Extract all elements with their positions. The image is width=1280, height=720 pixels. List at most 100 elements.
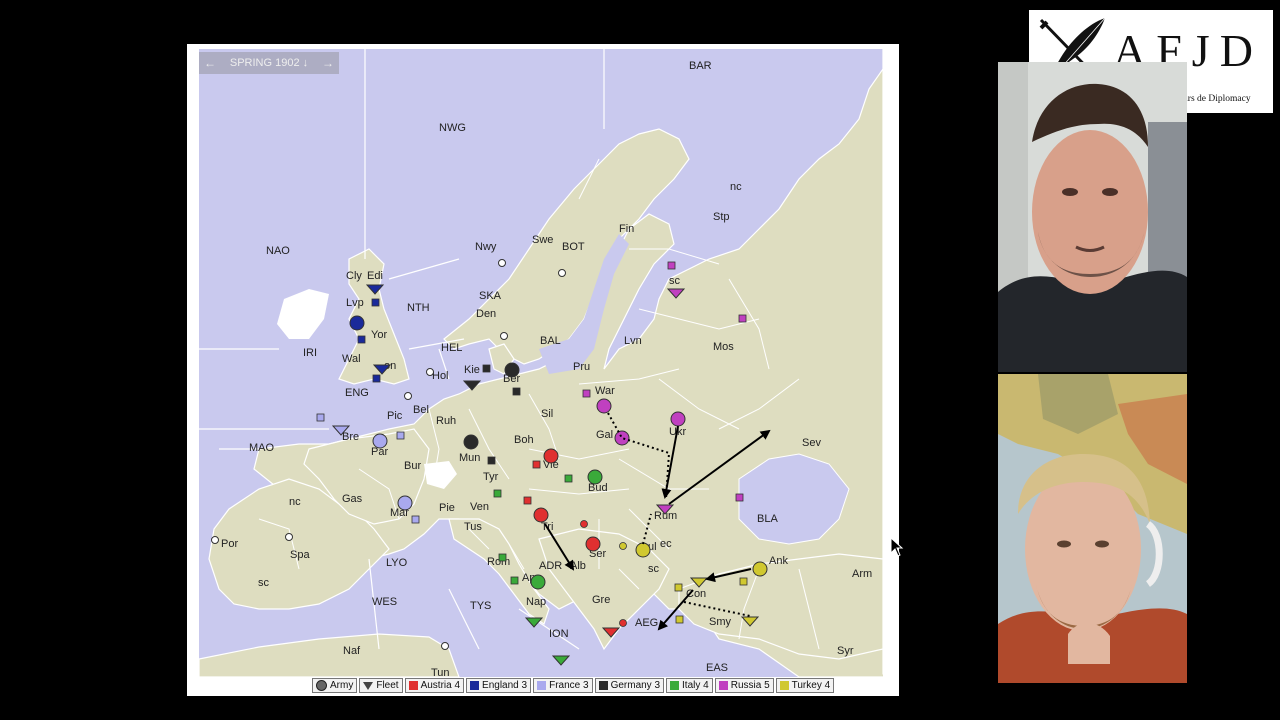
label-pru: Pru	[573, 361, 590, 373]
legend-england: England 3	[466, 678, 532, 693]
legend-turkey: Turkey 4	[775, 678, 835, 693]
label-tun: Tun	[431, 667, 450, 677]
label-bla: BLA	[757, 513, 778, 525]
map-panel: BAR NWG NAO NTH IRI ENG MAO HEL SKA BAL …	[187, 44, 899, 696]
label-mos: Mos	[713, 341, 734, 353]
legend-england-label: England 3	[482, 680, 528, 691]
label-wes: WES	[372, 596, 397, 608]
phase-label: SPRING 1902	[229, 57, 300, 69]
label-adr: ADR	[539, 560, 562, 572]
label-alb: Alb	[570, 560, 586, 572]
arrow-down-icon: ↓	[302, 57, 309, 69]
label-gas: Gas	[342, 493, 363, 505]
label-eng: ENG	[345, 387, 369, 399]
label-nwg: NWG	[439, 122, 466, 134]
label-sev: Sev	[802, 437, 821, 449]
label-boh: Boh	[514, 434, 534, 446]
label-por: Por	[221, 538, 238, 550]
army-austria-ser	[585, 536, 601, 552]
label-aeg: AEG	[635, 617, 658, 629]
label-bul-ec: ec	[660, 538, 672, 550]
label-sil: Sil	[541, 408, 553, 420]
label-ven: Ven	[470, 501, 489, 513]
label-smy: Smy	[709, 616, 732, 628]
army-russia-ukr	[670, 411, 686, 427]
participant-2-video	[998, 374, 1187, 683]
label-edi: Edi	[367, 270, 383, 282]
legend-fleet-label: Fleet	[376, 680, 399, 691]
label-ion: ION	[549, 628, 569, 640]
label-yor: Yor	[371, 329, 387, 341]
label-eas: EAS	[706, 662, 728, 674]
austria-swatch	[408, 681, 418, 690]
label-lyo: LYO	[386, 557, 408, 569]
prev-phase-arrow-icon[interactable]: ←	[199, 56, 221, 70]
label-bot: BOT	[562, 241, 585, 253]
army-turkey-bul	[635, 542, 651, 558]
label-bur: Bur	[404, 460, 421, 472]
label-tus: Tus	[464, 521, 482, 533]
webcam-participant-2	[998, 374, 1187, 683]
army-england-lvp	[349, 315, 365, 331]
label-ska: SKA	[479, 290, 502, 302]
label-mao: MAO	[249, 442, 275, 454]
legend-turkey-label: Turkey 4	[791, 680, 831, 691]
webcam-participant-1	[998, 62, 1187, 372]
diplomacy-map[interactable]: BAR NWG NAO NTH IRI ENG MAO HEL SKA BAL …	[199, 49, 883, 677]
france-swatch	[537, 681, 547, 690]
phase-selector[interactable]: SPRING 1902 ↓	[221, 57, 317, 69]
label-stp-sc: sc	[669, 275, 681, 287]
label-gal: Gal	[596, 429, 613, 441]
army-russia-war	[596, 398, 612, 414]
army-france-par	[372, 433, 388, 449]
label-lvn: Lvn	[624, 335, 642, 347]
legend-austria: Austria 4	[404, 678, 465, 693]
label-ank: Ank	[769, 555, 788, 567]
legend-germany-label: Germany 3	[610, 680, 661, 691]
army-austria-tri	[533, 507, 549, 523]
legend-army: Army	[312, 678, 358, 693]
label-pic: Pic	[387, 410, 403, 422]
label-cly: Cly	[346, 270, 362, 282]
label-bel: Bel	[413, 404, 429, 416]
legend-army-label: Army	[330, 680, 354, 691]
turkey-swatch	[779, 681, 789, 690]
label-pie: Pie	[439, 502, 455, 514]
army-germany-ber	[504, 362, 520, 378]
label-bre: Bre	[342, 431, 359, 443]
label-kie: Kie	[464, 364, 480, 376]
label-tys: TYS	[470, 600, 491, 612]
label-nap: Nap	[526, 596, 546, 608]
label-naf: Naf	[343, 645, 361, 657]
england-swatch	[470, 681, 480, 690]
army-austria-vie	[543, 448, 559, 464]
legend-italy: Italy 4	[666, 678, 713, 693]
label-arm: Arm	[852, 568, 872, 580]
army-italy-bud	[587, 469, 603, 485]
label-nao: NAO	[266, 245, 290, 257]
label-den: Den	[476, 308, 496, 320]
label-stp: Stp	[713, 211, 730, 223]
label-nwy: Nwy	[475, 241, 497, 253]
army-france-mar	[397, 495, 413, 511]
army-italy-apu	[530, 574, 546, 590]
army-turkey-ank	[752, 561, 768, 577]
label-iri: IRI	[303, 347, 317, 359]
mouse-cursor-icon	[890, 537, 904, 557]
label-stp-nc: nc	[730, 181, 742, 193]
label-spa: Spa	[290, 549, 310, 561]
next-phase-arrow-icon[interactable]: →	[317, 56, 339, 70]
label-hol: Hol	[432, 370, 449, 382]
legend-france-label: France 3	[549, 680, 589, 691]
label-bul-sc: sc	[648, 563, 660, 575]
legend-russia-label: Russia 5	[730, 680, 770, 691]
label-hel: HEL	[441, 342, 462, 354]
phase-navigation: ← SPRING 1902 ↓ →	[199, 52, 339, 74]
label-spa-nc: nc	[289, 496, 301, 508]
army-germany-mun	[463, 434, 479, 450]
army-circle-icon	[316, 680, 327, 691]
label-swe: Swe	[532, 234, 553, 246]
label-fin: Fin	[619, 223, 634, 235]
label-spa-sc: sc	[258, 577, 270, 589]
participant-1-video	[998, 62, 1187, 372]
